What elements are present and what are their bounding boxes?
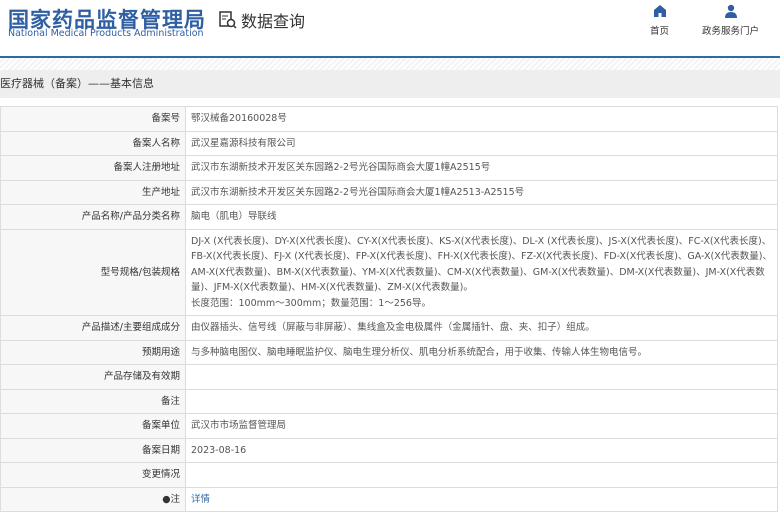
table-row: 变更情况 (0, 462, 778, 488)
data-query-title: 数据查询 (218, 8, 305, 32)
row-value: 由仪器插头、信号线（屏蔽与非屏蔽）、集线盒及金电极属件（金属插针、盘、夹、扣子）… (191, 322, 595, 333)
row-label: 备案人注册地址 (0, 155, 186, 181)
table-row: 产品描述/主要组成成分 由仪器插头、信号线（屏蔽与非屏蔽）、集线盒及金电极属件（金… (0, 315, 778, 341)
user-icon (724, 4, 737, 18)
row-value: 武汉星嘉源科技有限公司 (191, 137, 296, 149)
row-value-cell: 武汉市市场监督管理局 (185, 413, 778, 439)
row-value-extra: 长度范围：100mm～300mm；数量范围：1～256导。 (191, 297, 431, 309)
table-row: 生产地址 武汉市东湖新技术开发区关东园路2-2号光谷国际商会大厦1幢A2513-A… (0, 179, 778, 205)
row-value-cell (185, 462, 778, 488)
row-value-cell: DJ-X (X代表长度)、DY-X(X代表长度)、CY-X(X代表长度)、KS-… (185, 228, 778, 316)
row-value-cell: 武汉市东湖新技术开发区关东园路2-2号光谷国际商会大厦1幢A2513-A2515… (185, 179, 778, 205)
row-value-cell: 2023-08-16 (185, 437, 778, 463)
table-row: 备注 (0, 388, 778, 414)
row-value-cell: 由仪器插头、信号线（屏蔽与非屏蔽）、集线盒及金电极属件（金属插针、盘、夹、扣子）… (185, 315, 778, 341)
logo-subtitle: National Medical Products Administration (8, 28, 204, 39)
table-row: 产品存储及有效期 (0, 364, 778, 390)
table-row: 备案号 鄂汉械备20160028号 (0, 106, 778, 132)
section-title: 医疗器械（备案）——基本信息 (0, 70, 780, 98)
table-row: 产品名称/产品分类名称 脑电（肌电）导联线 (0, 204, 778, 230)
nav-home[interactable]: 首页 (650, 4, 669, 37)
row-value: 武汉市市场监督管理局 (191, 420, 287, 431)
row-label: 变更情况 (0, 462, 186, 488)
site-header: 国家药品监督管理局 National Medical Products Admi… (0, 0, 780, 58)
row-value-cell (185, 388, 778, 414)
decorative-strip (0, 58, 780, 70)
row-value-cell (185, 364, 778, 390)
note-label-cell: ●注 (0, 486, 186, 512)
row-value: 与多种脑电图仪、脑电睡眠监护仪、脑电生理分析仪、肌电分析系统配合，用于收集、传输… (191, 346, 648, 358)
note-label: 注 (170, 493, 180, 505)
note-value-cell: 详情 (185, 486, 778, 512)
row-value-cell: 与多种脑电图仪、脑电睡眠监护仪、脑电生理分析仪、肌电分析系统配合，用于收集、传输… (185, 339, 778, 365)
info-table: 备案号 鄂汉械备20160028号 备案人名称 武汉星嘉源科技有限公司 备案人注册地址武… (0, 106, 778, 512)
row-label: 产品名称/产品分类名称 (0, 204, 186, 230)
table-row: 预期用途 与多种脑电图仪、脑电睡眠监护仪、脑电生理分析仪、肌电分析系统配合，用于收… (0, 339, 778, 365)
table-row: 备案单位 武汉市市场监督管理局 (0, 413, 778, 439)
row-label: 产品描述/主要组成成分 (0, 315, 186, 341)
nav-service-portal-label: 政务服务门户 (702, 26, 760, 37)
details-link[interactable]: 详情 (191, 494, 210, 505)
row-value: 武汉市东湖新技术开发区关东园路2-2号光谷国际商会大厦1幢A2515号 (191, 162, 491, 173)
home-icon (653, 5, 666, 17)
row-label: 预期用途 (0, 339, 186, 365)
nav-home-label: 首页 (650, 26, 670, 37)
row-value-cell: 武汉市东湖新技术开发区关东园路2-2号光谷国际商会大厦1幢A2515号 (185, 155, 778, 181)
nav-service-portal[interactable]: 政务服务门户 (702, 4, 759, 37)
table-row: 型号规格/包装规格 DJ-X (X代表长度)、DY-X(X代表长度)、CY-X(X… (0, 228, 778, 316)
row-label: 备案日期 (0, 437, 186, 463)
row-value-cell: 鄂汉械备20160028号 (185, 106, 778, 132)
row-label: 备案人名称 (0, 130, 186, 156)
row-value-cell: 脑电（肌电）导联线 (185, 204, 778, 230)
row-value: 2023-08-16 (191, 444, 247, 456)
data-query-label: 数据查询 (241, 12, 306, 31)
search-document-icon (219, 11, 237, 29)
row-label: 备案号 (0, 106, 186, 132)
row-label: 产品存储及有效期 (0, 364, 186, 390)
row-value: DJ-X (X代表长度)、DY-X(X代表长度)、CY-X(X代表长度)、KS-… (191, 235, 772, 294)
note-row: ●注 详情 (0, 486, 778, 512)
table-row: 备案日期 2023-08-16 (0, 437, 778, 463)
row-value: 武汉市东湖新技术开发区关东园路2-2号光谷国际商会大厦1幢A2513-A2515… (191, 186, 525, 198)
row-label: 生产地址 (0, 179, 186, 205)
row-label: 型号规格/包装规格 (0, 228, 186, 316)
table-row: 备案人名称 武汉星嘉源科技有限公司 (0, 130, 778, 156)
row-label: 备注 (0, 388, 186, 414)
table-row: 备案人注册地址 武汉市东湖新技术开发区关东园路2-2号光谷国际商会大厦1幢A251… (0, 155, 778, 181)
row-value: 脑电（肌电）导联线 (191, 211, 277, 222)
row-value-cell: 武汉星嘉源科技有限公司 (185, 130, 778, 156)
row-value: 鄂汉械备20160028号 (191, 113, 287, 124)
row-label: 备案单位 (0, 413, 186, 439)
